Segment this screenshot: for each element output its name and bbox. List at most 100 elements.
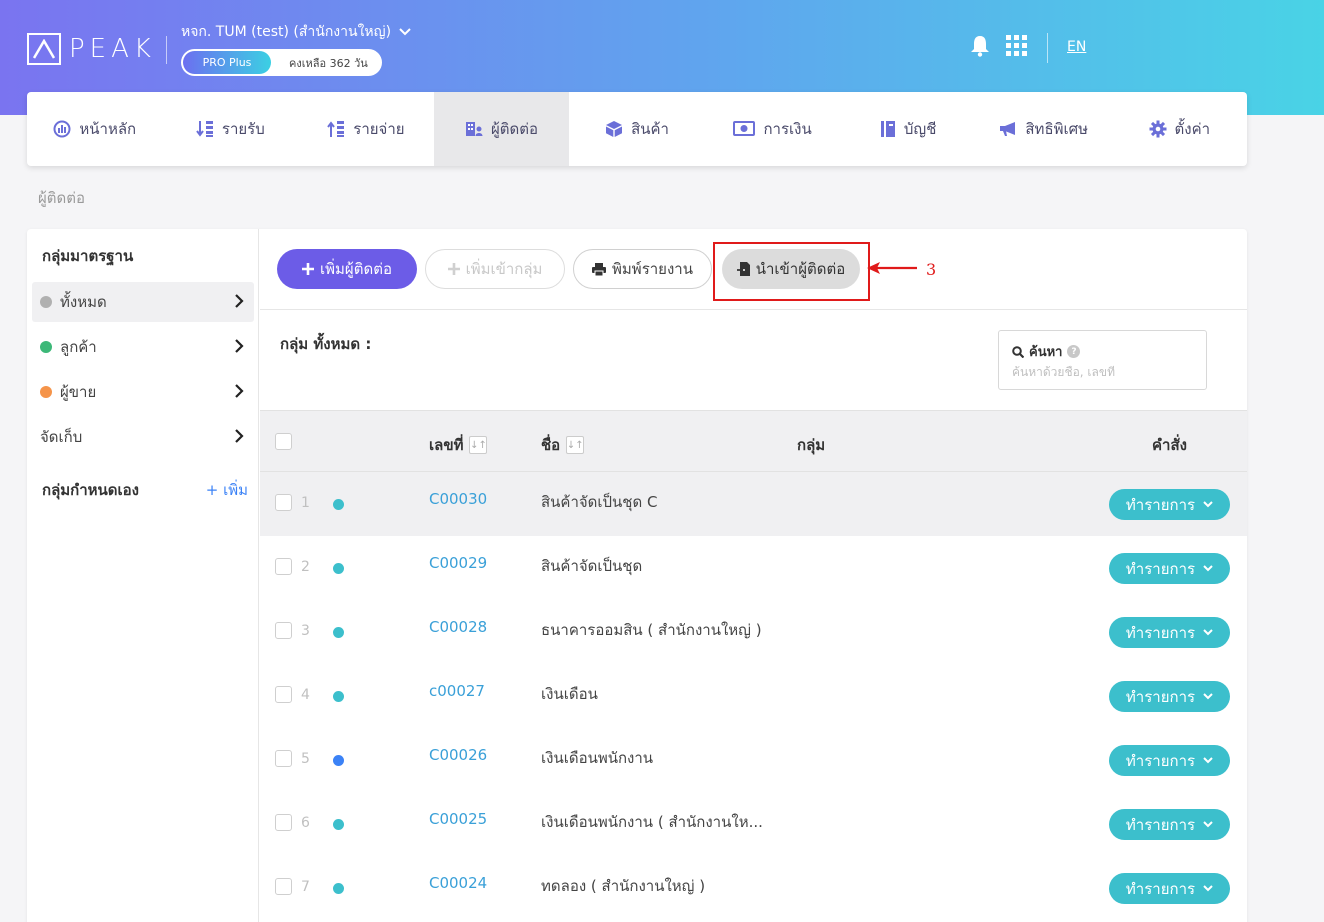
- status-dot: [40, 341, 52, 353]
- sidebar-item-vendors[interactable]: ผู้ขาย: [32, 372, 254, 412]
- days-remaining: คงเหลือ 362 วัน: [289, 56, 368, 70]
- language-switch[interactable]: EN: [1067, 39, 1086, 55]
- contact-code-link[interactable]: C00030: [429, 490, 487, 508]
- sidebar-item-label: ทั้งหมด: [60, 293, 107, 311]
- menu-item-accounting[interactable]: บัญชี: [840, 92, 976, 166]
- button-label: ทำรายการ: [1125, 815, 1196, 834]
- megaphone-icon: [1000, 122, 1016, 136]
- action-dropdown-button[interactable]: ทำรายการ: [1109, 617, 1230, 648]
- menu-item-privileges[interactable]: สิทธิพิเศษ: [976, 92, 1112, 166]
- main-menu: หน้าหลัก รายรับ รายจ่าย ผู้ติดต่อ สินค้า…: [27, 92, 1247, 166]
- row-number: 7: [301, 879, 310, 895]
- gear-icon: [1149, 120, 1167, 138]
- column-header-number[interactable]: เลขที่ ↓↑: [429, 433, 488, 457]
- row-checkbox[interactable]: [275, 622, 292, 639]
- chevron-right-icon: [235, 294, 244, 308]
- menu-label: สินค้า: [631, 120, 669, 138]
- search-input[interactable]: [1012, 365, 1197, 379]
- table-row[interactable]: 2 C00029 สินค้าจัดเป็นชุด ทำรายการ: [260, 536, 1247, 600]
- add-group-link[interactable]: + เพิ่ม: [206, 478, 248, 502]
- table-row[interactable]: 5 C00026 เงินเดือนพนักงาน ทำรายการ: [260, 728, 1247, 792]
- bell-icon[interactable]: [970, 35, 990, 57]
- help-icon[interactable]: ?: [1067, 345, 1081, 358]
- contact-name: ธนาคารออมสิน ( สำนักงานใหญ่ ): [541, 621, 762, 639]
- row-checkbox[interactable]: [275, 814, 292, 831]
- status-dot: [333, 691, 344, 702]
- menu-item-expense[interactable]: รายจ่าย: [298, 92, 434, 166]
- contact-code-link[interactable]: C00024: [429, 874, 487, 892]
- table-row[interactable]: 3 C00028 ธนาคารออมสิน ( สำนักงานใหญ่ ) ท…: [260, 600, 1247, 664]
- menu-item-finance[interactable]: การเงิน: [705, 92, 841, 166]
- header-divider: [166, 36, 167, 64]
- menu-label: การเงิน: [763, 120, 812, 138]
- contact-name: เงินเดือนพนักงาน ( สำนักงานให...: [541, 813, 763, 831]
- print-report-button[interactable]: พิมพ์รายงาน: [573, 249, 712, 289]
- button-label: เพิ่มเข้ากลุ่ม: [465, 260, 543, 278]
- menu-item-income[interactable]: รายรับ: [163, 92, 299, 166]
- add-to-group-button[interactable]: เพิ่มเข้ากลุ่ม: [425, 249, 565, 289]
- status-dot: [40, 296, 52, 308]
- plus-icon: [302, 263, 315, 275]
- contact-code-link[interactable]: c00027: [429, 682, 485, 700]
- chevron-down-icon: [1203, 693, 1213, 700]
- chevron-down-icon: [1203, 757, 1213, 764]
- menu-label: ผู้ติดต่อ: [490, 120, 538, 138]
- chevron-down-icon: [1203, 565, 1213, 572]
- action-dropdown-button[interactable]: ทำรายการ: [1109, 553, 1230, 584]
- action-dropdown-button[interactable]: ทำรายการ: [1109, 489, 1230, 520]
- button-label: ทำรายการ: [1125, 687, 1196, 706]
- row-checkbox[interactable]: [275, 750, 292, 767]
- row-checkbox[interactable]: [275, 494, 292, 511]
- annotation-arrow-icon: [867, 262, 917, 274]
- contact-code-link[interactable]: C00025: [429, 810, 487, 828]
- sidebar-item-all[interactable]: ทั้งหมด: [32, 282, 254, 322]
- menu-item-products[interactable]: สินค้า: [569, 92, 705, 166]
- contact-code-link[interactable]: C00029: [429, 554, 487, 572]
- contact-code-link[interactable]: C00026: [429, 746, 487, 764]
- action-dropdown-button[interactable]: ทำรายการ: [1109, 809, 1230, 840]
- company-selector[interactable]: หจก. TUM (test) (สำนักงานใหญ่): [181, 21, 411, 43]
- action-dropdown-button[interactable]: ทำรายการ: [1109, 873, 1230, 904]
- status-dot: [333, 563, 344, 574]
- row-checkbox[interactable]: [275, 878, 292, 895]
- sidebar-item-archived[interactable]: จัดเก็บ: [32, 417, 254, 457]
- chevron-right-icon: [235, 384, 244, 398]
- menu-item-home[interactable]: หน้าหลัก: [27, 92, 163, 166]
- menu-item-contacts[interactable]: ผู้ติดต่อ: [433, 92, 570, 166]
- row-checkbox[interactable]: [275, 686, 292, 703]
- column-header-name[interactable]: ชื่อ ↓↑: [541, 433, 585, 457]
- plan-status[interactable]: PRO Plus คงเหลือ 362 วัน: [181, 49, 382, 76]
- expense-icon: [327, 121, 345, 137]
- select-all-checkbox[interactable]: [275, 433, 292, 450]
- apps-grid-icon[interactable]: [1006, 35, 1028, 57]
- button-label: ทำรายการ: [1125, 751, 1196, 770]
- contact-code-link[interactable]: C00028: [429, 618, 487, 636]
- row-number: 2: [301, 559, 310, 575]
- custom-groups-title: กลุ่มกำหนดเอง: [42, 481, 140, 499]
- chevron-down-icon: [1203, 629, 1213, 636]
- sort-icon[interactable]: ↓↑: [469, 436, 488, 454]
- dashboard-icon: [53, 120, 71, 138]
- box-icon: [606, 121, 623, 137]
- sort-icon[interactable]: ↓↑: [566, 436, 585, 454]
- group-sidebar: กลุ่มมาตรฐาน ทั้งหมด ลูกค้า ผู้ขาย จัดเก…: [27, 229, 259, 922]
- action-dropdown-button[interactable]: ทำรายการ: [1109, 681, 1230, 712]
- action-dropdown-button[interactable]: ทำรายการ: [1109, 745, 1230, 776]
- table-row[interactable]: 7 C00024 ทดลอง ( สำนักงานใหญ่ ) ทำรายการ: [260, 856, 1247, 920]
- row-checkbox[interactable]: [275, 558, 292, 575]
- menu-label: หน้าหลัก: [79, 120, 137, 138]
- table-row[interactable]: 1 C00030 สินค้าจัดเป็นชุด C ทำรายการ: [260, 472, 1247, 536]
- search-icon: [1012, 345, 1024, 358]
- status-dot: [333, 755, 344, 766]
- table-row[interactable]: 6 C00025 เงินเดือนพนักงาน ( สำนักงานให..…: [260, 792, 1247, 856]
- peak-logo[interactable]: PEAK: [27, 33, 156, 65]
- row-number: 1: [301, 495, 310, 511]
- sidebar-item-customers[interactable]: ลูกค้า: [32, 327, 254, 367]
- plus-icon: [447, 263, 460, 275]
- add-contact-button[interactable]: เพิ่มผู้ติดต่อ: [277, 249, 417, 289]
- status-dot: [333, 819, 344, 830]
- table-row[interactable]: 4 c00027 เงินเดือน ทำรายการ: [260, 664, 1247, 728]
- menu-item-settings[interactable]: ตั้งค่า: [1112, 92, 1248, 166]
- chevron-right-icon: [235, 339, 244, 353]
- contacts-content: เพิ่มผู้ติดต่อ เพิ่มเข้ากลุ่ม พิมพ์รายงา…: [260, 229, 1247, 922]
